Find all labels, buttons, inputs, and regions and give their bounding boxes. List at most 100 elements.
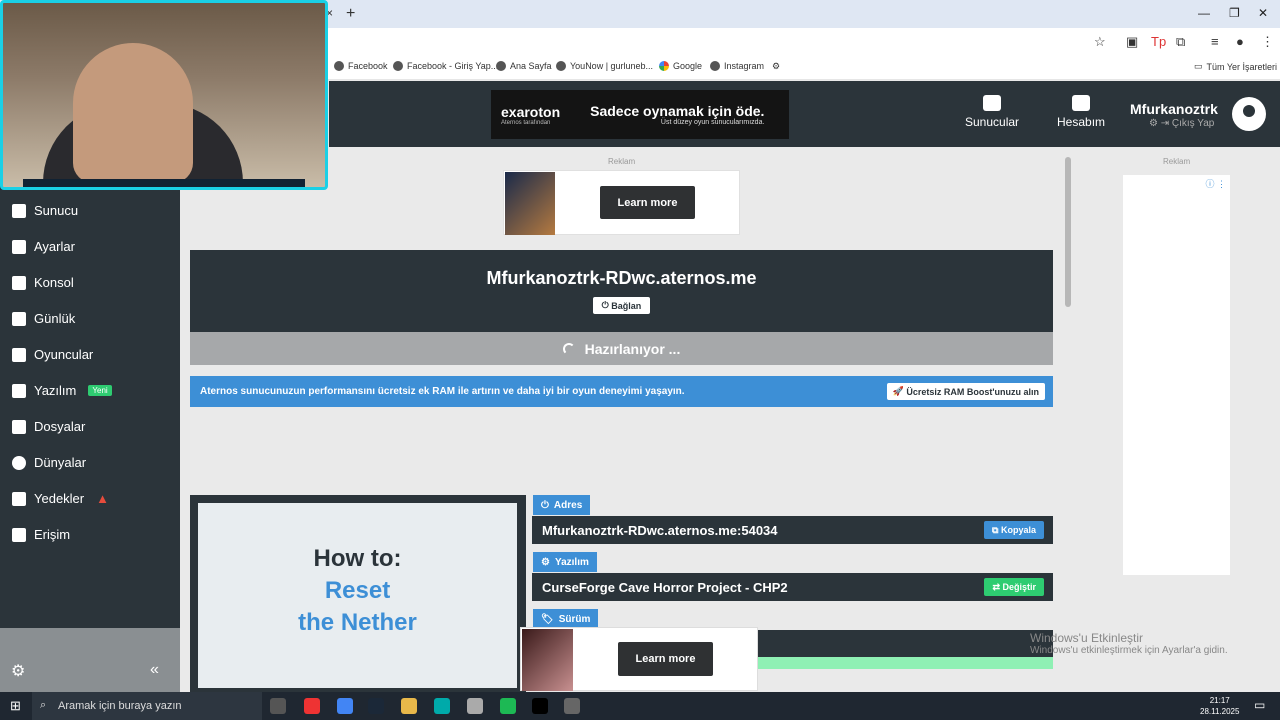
learn-more-button-bottom[interactable]: Learn more bbox=[618, 642, 713, 676]
bottom-ad[interactable]: Learn more bbox=[520, 627, 758, 691]
right-ad-label: Reklam bbox=[1163, 157, 1191, 166]
scrollbar-thumb[interactable] bbox=[1065, 157, 1071, 307]
new-tab-button[interactable]: + bbox=[346, 5, 355, 23]
app-icon[interactable] bbox=[434, 698, 450, 714]
profile-icon[interactable]: ● bbox=[1236, 34, 1244, 49]
power-icon bbox=[12, 203, 26, 218]
windows-start-icon[interactable]: ⊞ bbox=[10, 698, 21, 714]
new-badge: Yeni bbox=[88, 385, 112, 396]
ram-boost-button[interactable]: 🚀 Ücretsiz RAM Boost'unuzu alın bbox=[886, 383, 1045, 400]
server-address[interactable]: Mfurkanoztrk-RDwc.aternos.me bbox=[190, 268, 1053, 289]
task-view-icon[interactable] bbox=[270, 698, 286, 714]
windows-activation-watermark: Windows'u Etkinleştir Windows'u etkinleş… bbox=[1030, 631, 1228, 656]
video-title-line2: Reset bbox=[324, 577, 391, 604]
obs-icon[interactable] bbox=[467, 698, 483, 714]
globe-icon bbox=[496, 61, 506, 71]
extension-icon[interactable]: ▣ bbox=[1126, 34, 1138, 50]
bookmark-google[interactable]: Google bbox=[659, 61, 702, 71]
ram-promo-banner: Aternos sunucunuzun performansını ücrets… bbox=[190, 376, 1053, 407]
learn-more-button[interactable]: Learn more bbox=[600, 186, 695, 219]
sidebar-item-players[interactable]: Oyuncular bbox=[12, 347, 93, 362]
bookmark-settings[interactable]: ⚙ bbox=[772, 61, 780, 72]
terminal-icon bbox=[12, 275, 26, 290]
all-bookmarks[interactable]: ▭ Tüm Yer İşaretleri bbox=[1194, 61, 1277, 72]
users-icon bbox=[12, 347, 26, 362]
video-card[interactable]: How to: Reset the Nether bbox=[190, 495, 526, 692]
spotify-icon[interactable] bbox=[500, 698, 516, 714]
folder-icon bbox=[12, 419, 26, 434]
restore-button[interactable]: ❐ bbox=[1229, 6, 1240, 20]
puzzle-icon[interactable]: ⧉ bbox=[1176, 34, 1185, 50]
globe-icon bbox=[710, 61, 720, 71]
sidebar-item-access[interactable]: Erişim bbox=[12, 527, 70, 542]
logout-link[interactable]: ⚙ ⇥ Çıkış Yap bbox=[1149, 118, 1214, 129]
minimize-button[interactable]: — bbox=[1198, 6, 1210, 20]
steam-icon[interactable] bbox=[368, 698, 384, 714]
file-icon bbox=[12, 311, 26, 326]
server-icon bbox=[983, 95, 1002, 111]
address-label: ⏻ Adres bbox=[533, 495, 591, 515]
notification-icon[interactable]: ▭ bbox=[1254, 698, 1265, 712]
main-content: Reklam Learn more Mfurkanoztrk-RDwc.ater… bbox=[180, 147, 1066, 692]
sidebar-item-settings[interactable]: Ayarlar bbox=[12, 239, 75, 254]
ad-tagline: Sadece oynamak için öde. Üst düzey oyun s… bbox=[590, 103, 765, 126]
taskbar-clock[interactable]: 21:17 28.11.2025 bbox=[1200, 695, 1239, 717]
chrome-icon[interactable] bbox=[337, 698, 353, 714]
file-explorer-icon[interactable] bbox=[401, 698, 417, 714]
exaroton-ad-banner[interactable]: exaroton Aternos tarafından Sadece oynama… bbox=[491, 90, 789, 139]
sidebar-item-worlds[interactable]: Dünyalar bbox=[12, 455, 86, 470]
sidebar-item-log[interactable]: Günlük bbox=[12, 311, 75, 326]
status-bar: Hazırlanıyor ... bbox=[190, 332, 1053, 365]
opera-icon[interactable] bbox=[304, 698, 320, 714]
collapse-sidebar-button[interactable]: « bbox=[150, 661, 159, 679]
nav-account[interactable]: Hesabım bbox=[1057, 95, 1105, 129]
copy-button[interactable]: ⧉ Kopyala bbox=[984, 521, 1044, 539]
globe-icon bbox=[393, 61, 403, 71]
software-label: ⚙ Yazılım bbox=[533, 552, 597, 572]
star-icon[interactable]: ☆ bbox=[1094, 34, 1106, 50]
more-icon[interactable]: ⋮ bbox=[1261, 34, 1274, 50]
ad-info-icon[interactable]: ⓘ ⋮ bbox=[1205, 177, 1226, 190]
site-header: exaroton Aternos tarafından Sadece oynama… bbox=[329, 81, 1280, 147]
status-text: Hazırlanıyor ... bbox=[584, 340, 681, 357]
spinner-icon bbox=[562, 342, 575, 355]
sidebar-item-files[interactable]: Dosyalar bbox=[12, 419, 85, 434]
nav-servers[interactable]: Sunucular bbox=[965, 95, 1019, 129]
gear-icon: ⚙ bbox=[772, 61, 781, 71]
ad-thumbnail bbox=[522, 629, 573, 691]
connect-button[interactable]: ⏻ Bağlan bbox=[593, 297, 650, 314]
video-title-line1: How to: bbox=[313, 545, 402, 572]
gear-icon[interactable]: ⚙ bbox=[11, 661, 25, 681]
address-value[interactable]: Mfurkanoztrk-RDwc.aternos.me:54034 bbox=[542, 523, 778, 538]
top-ad[interactable]: Learn more bbox=[503, 170, 740, 235]
globe-icon bbox=[12, 455, 26, 470]
bookmark-younow[interactable]: YouNow | gurluneb... bbox=[556, 61, 653, 71]
user-lock-icon bbox=[12, 527, 26, 542]
video-title-line3: the Nether bbox=[298, 609, 417, 636]
server-box: Mfurkanoztrk-RDwc.aternos.me ⏻ Bağlan bbox=[190, 250, 1053, 332]
sidebar-item-backups[interactable]: Yedekler ▲ bbox=[12, 491, 109, 506]
bookmark-home[interactable]: Ana Sayfa bbox=[496, 61, 552, 71]
sidebar-item-server[interactable]: Sunucu› bbox=[12, 203, 190, 218]
change-software-button[interactable]: ⇄ Değiştir bbox=[984, 578, 1044, 596]
avatar[interactable] bbox=[1232, 97, 1266, 131]
video-thumbnail: How to: Reset the Nether bbox=[198, 503, 517, 688]
promo-text: Aternos sunucunuzun performansını ücrets… bbox=[200, 386, 685, 397]
username: Mfurkanoztrk bbox=[1130, 101, 1218, 117]
taskbar-search[interactable]: ⌕ Aramak için buraya yazın bbox=[32, 692, 262, 720]
app-icon-2[interactable] bbox=[564, 698, 580, 714]
sidebar-item-software[interactable]: Yazılım Yeni bbox=[12, 383, 112, 398]
warning-icon: ▲ bbox=[96, 491, 109, 506]
capcut-icon[interactable] bbox=[532, 698, 548, 714]
bookmark-facebook[interactable]: Facebook bbox=[334, 61, 388, 71]
right-ad[interactable]: ⓘ ⋮ bbox=[1123, 175, 1230, 575]
sidebar-footer: ⚙ « bbox=[0, 628, 180, 692]
sidebar-item-console[interactable]: Konsol bbox=[12, 275, 74, 290]
page-scrollbar[interactable] bbox=[1064, 155, 1072, 692]
bookmark-facebook-login[interactable]: Facebook - Giriş Yap... bbox=[393, 61, 498, 71]
close-window-button[interactable]: ✕ bbox=[1258, 6, 1268, 20]
globe-icon bbox=[334, 61, 344, 71]
bookmark-instagram[interactable]: Instagram bbox=[710, 61, 764, 71]
tp-extension-icon[interactable]: Tp bbox=[1151, 34, 1166, 49]
menu-list-icon[interactable]: ≡ bbox=[1211, 34, 1219, 49]
